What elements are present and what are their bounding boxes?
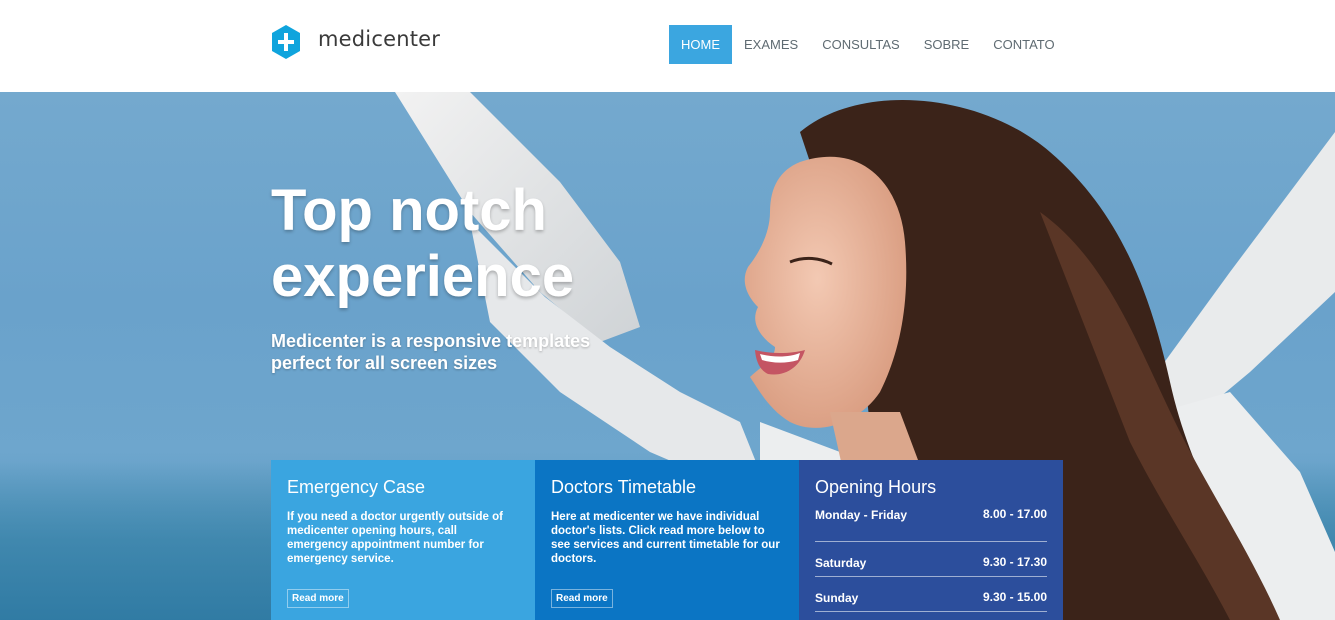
hours-day: Monday - Friday [815,508,908,522]
emergency-case-box: Emergency Case If you need a doctor urge… [271,460,535,620]
logo[interactable]: medicenter [271,24,440,60]
main-nav: HOME EXAMES CONSULTAS SOBRE CONTATO [669,25,1067,64]
brand-name: medicenter [318,27,441,51]
hero-subtitle-line-2: perfect for all screen sizes [271,353,498,373]
hours-row: Saturday 9.30 - 17.30 [815,542,1047,577]
hero-subtitle-line-1: Medicenter is a responsive templates [271,331,591,351]
info-boxes: Emergency Case If you need a doctor urge… [271,460,1063,620]
hero-subtitle: Medicenter is a responsive templates per… [271,330,631,374]
opening-hours-title: Opening Hours [815,477,937,497]
opening-hours-list: Monday - Friday 8.00 - 17.00 Saturday 9.… [815,507,1047,612]
hours-time: 9.30 - 15.00 [982,590,1047,604]
nav-item-consultas[interactable]: CONSULTAS [810,25,912,64]
nav-item-contato[interactable]: CONTATO [981,25,1066,64]
hours-day: Sunday [815,591,859,605]
nav-item-exames[interactable]: EXAMES [732,25,810,64]
nav-item-sobre[interactable]: SOBRE [912,25,982,64]
hours-time: 8.00 - 17.00 [982,507,1047,521]
medical-cross-logo-icon [272,25,300,59]
hero-title: Top notch experience [271,178,691,310]
opening-hours-box: Opening Hours Monday - Friday 8.00 - 17.… [799,460,1063,620]
hero-title-line-1: Top notch [271,178,547,243]
hero-title-line-2: experience [271,244,575,309]
hours-time: 9.30 - 17.30 [982,555,1047,569]
emergency-case-text: If you need a doctor urgently outside of… [287,511,503,565]
doctors-timetable-text: Here at medicenter we have individual do… [551,511,780,565]
timetable-read-more-button[interactable]: Read more [551,589,613,608]
hours-row: Monday - Friday 8.00 - 17.00 [815,507,1047,542]
nav-item-home[interactable]: HOME [669,25,732,64]
emergency-case-title: Emergency Case [287,477,426,497]
doctors-timetable-title: Doctors Timetable [551,477,697,497]
emergency-read-more-button[interactable]: Read more [287,589,349,608]
hours-row: Sunday 9.30 - 15.00 [815,577,1047,612]
hours-day: Saturday [815,556,867,570]
site-header: medicenter HOME EXAMES CONSULTAS SOBRE C… [0,0,1335,92]
doctors-timetable-box: Doctors Timetable Here at medicenter we … [535,460,799,620]
